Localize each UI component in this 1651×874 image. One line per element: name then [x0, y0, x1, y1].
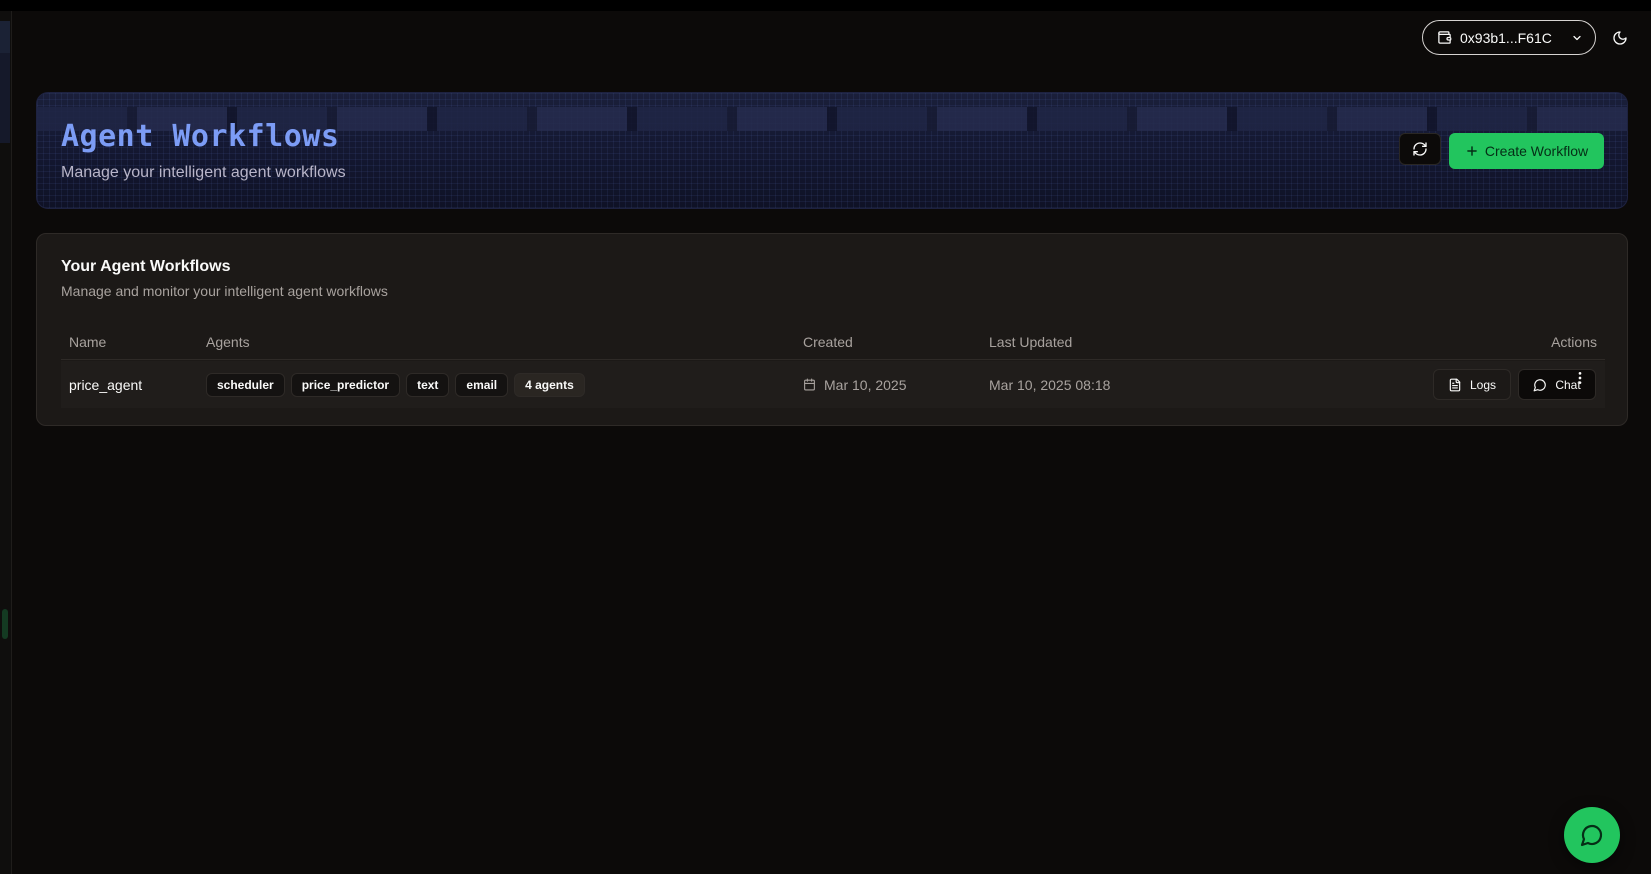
refresh-button[interactable]	[1399, 133, 1441, 165]
refresh-icon	[1413, 142, 1427, 156]
calendar-icon	[804, 378, 815, 391]
chevron-down-icon	[1573, 35, 1581, 40]
created-date-text: Mar 10, 2025	[824, 376, 907, 393]
agent-badge: text	[406, 372, 450, 397]
file-text-icon	[1449, 378, 1461, 391]
column-created: Created	[803, 334, 853, 350]
agents-list: scheduler price_predictor text email 4 a…	[206, 361, 591, 408]
message-circle-icon	[1580, 824, 1603, 847]
left-rail	[0, 11, 12, 874]
card-title: Your Agent Workflows	[61, 258, 231, 275]
workflow-name: price_agent	[69, 376, 143, 393]
agent-badge: scheduler	[206, 372, 285, 397]
logs-button[interactable]: Logs	[1433, 369, 1511, 400]
chat-fab-button[interactable]	[1564, 807, 1620, 863]
agent-badge: email	[455, 372, 509, 397]
wallet-address: 0x93b1...F61C	[1460, 29, 1552, 46]
table-header: Name Agents Created Last Updated Actions	[61, 322, 1605, 360]
page-header: Agent Workflows Manage your intelligent …	[36, 92, 1628, 209]
moon-icon	[1613, 31, 1627, 45]
agent-count-badge: 4 agents	[514, 372, 585, 397]
wallet-icon	[1438, 31, 1452, 44]
more-actions-button[interactable]	[1568, 366, 1592, 390]
agent-badge: price_predictor	[290, 372, 401, 397]
message-circle-icon	[1533, 378, 1547, 391]
create-workflow-button[interactable]: Create Workflow	[1449, 133, 1604, 169]
logs-label: Logs	[1469, 377, 1497, 392]
column-agents: Agents	[206, 334, 250, 350]
more-vertical-icon	[1578, 372, 1582, 384]
top-strip	[0, 0, 1651, 11]
wallet-button[interactable]: 0x93b1...F61C	[1422, 20, 1596, 55]
column-actions: Actions	[1551, 334, 1597, 350]
workflows-card: Your Agent Workflows Manage and monitor …	[36, 233, 1628, 426]
page-title: Agent Workflows	[61, 119, 340, 154]
column-last-updated: Last Updated	[989, 334, 1073, 350]
table-row[interactable]: price_agent scheduler price_predictor te…	[61, 361, 1605, 408]
card-description: Manage and monitor your intelligent agen…	[61, 283, 388, 299]
page-subtitle: Manage your intelligent agent workflows	[61, 164, 346, 181]
created-date: Mar 10, 2025	[803, 361, 907, 408]
create-workflow-label: Create Workflow	[1484, 143, 1589, 159]
last-updated: Mar 10, 2025 08:18	[989, 376, 1111, 393]
column-name: Name	[69, 334, 107, 350]
theme-toggle-button[interactable]	[1606, 24, 1634, 52]
plus-icon	[1467, 146, 1477, 156]
